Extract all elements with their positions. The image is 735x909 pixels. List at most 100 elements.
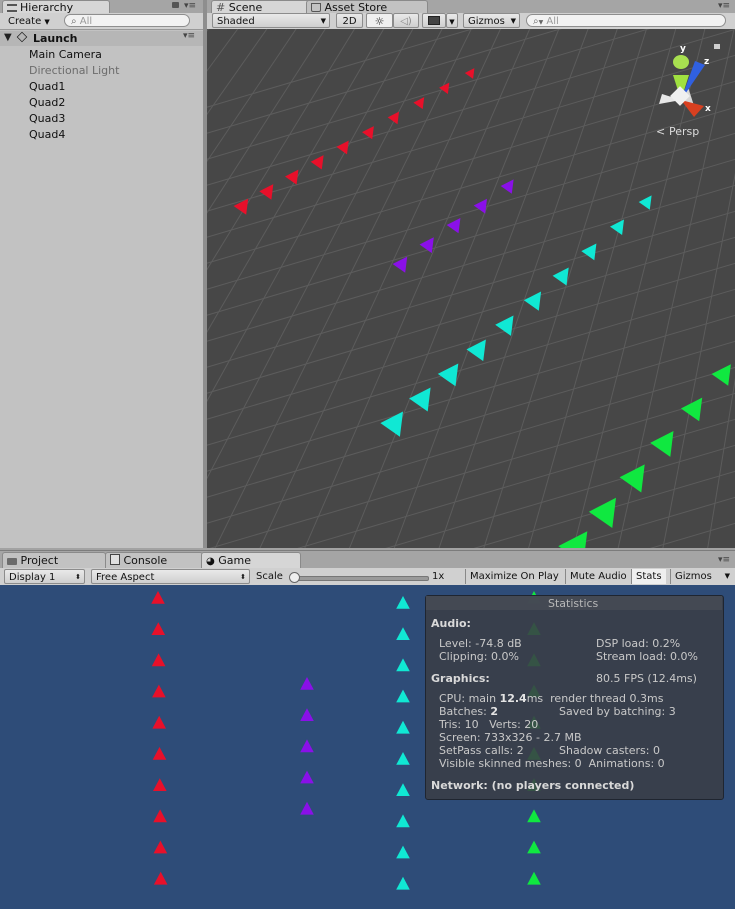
hierarchy-list-icon xyxy=(7,4,17,12)
shading-mode-label: Shaded xyxy=(217,16,255,27)
scene-viewport[interactable]: y z x < Persp xyxy=(207,29,735,548)
audio-header: Audio: xyxy=(431,617,471,630)
maximize-on-play-label: Maximize On Play xyxy=(470,571,559,582)
effects-dropdown[interactable]: ▼ xyxy=(446,13,458,28)
cpu-suffix: ms render thread 0.3ms xyxy=(526,692,664,705)
hierarchy-search-input[interactable]: ⌕ All xyxy=(64,14,190,27)
tab-project[interactable]: Project xyxy=(2,552,106,568)
gizmo-z-label: z xyxy=(704,57,709,67)
search-chevron-icon: ▼ xyxy=(538,19,544,26)
hierarchy-item-quad2[interactable]: Quad2 xyxy=(29,96,65,110)
shadow-casters: Shadow casters: 0 xyxy=(559,744,660,757)
tab-scene[interactable]: # Scene xyxy=(211,0,312,14)
scene-menu-icon[interactable]: ▾≡ xyxy=(183,31,195,41)
toggle-2d-label: 2D xyxy=(342,16,357,27)
batches-line: Batches: 2 xyxy=(439,705,498,718)
bottom-panel-menu-icon[interactable]: ▾≡ xyxy=(718,555,730,565)
audio-toggle[interactable]: ◁) xyxy=(393,13,419,28)
scene-search-input[interactable]: ⌕▼ All xyxy=(526,14,726,27)
lighting-toggle[interactable]: ☼ xyxy=(366,13,393,28)
gizmo-y-label: y xyxy=(680,44,686,54)
tab-hierarchy[interactable]: Hierarchy xyxy=(2,0,110,14)
game-controller-icon: ◕ xyxy=(206,556,215,567)
aspect-label: Free Aspect xyxy=(96,572,155,583)
sun-icon: ☼ xyxy=(374,15,385,28)
setpass-calls: SetPass calls: 2 xyxy=(439,744,524,757)
effects-toggle[interactable] xyxy=(422,13,446,28)
saved-by-batching: Saved by batching: 3 xyxy=(559,705,676,718)
stats-label: Stats xyxy=(636,571,662,582)
fps-readout: 80.5 FPS (12.4ms) xyxy=(596,672,697,685)
create-label: Create xyxy=(8,16,42,27)
hierarchy-item-directional-light[interactable]: Directional Light xyxy=(29,64,119,78)
scene-gizmos-dropdown[interactable]: Gizmos ▼ xyxy=(463,13,520,28)
tab-game[interactable]: ◕ Game xyxy=(201,552,301,568)
gizmo-y-cap xyxy=(673,55,689,69)
aspect-dropdown[interactable]: Free Aspect ⬍ xyxy=(91,569,250,584)
game-gizmos-dropdown[interactable]: Gizmos ▼ xyxy=(670,569,735,584)
toggle-2d-button[interactable]: 2D xyxy=(336,13,363,28)
dsp-load: DSP load: 0.2% xyxy=(596,637,681,650)
statistics-title: Statistics xyxy=(548,597,599,610)
chevron-down-icon: ▼ xyxy=(510,17,516,25)
updown-icon: ⬍ xyxy=(75,573,81,581)
lock-icon[interactable] xyxy=(172,2,179,8)
persp-label[interactable]: Persp xyxy=(669,125,699,138)
chevron-down-icon: ▼ xyxy=(44,18,50,26)
maximize-on-play-button[interactable]: Maximize On Play xyxy=(465,569,563,584)
gizmo-x-label: x xyxy=(705,104,711,114)
hierarchy-create-dropdown[interactable]: Create ▼ xyxy=(8,14,50,29)
panel-menu-icon[interactable]: ▾≡ xyxy=(184,1,196,11)
project-tab-label: Project xyxy=(20,554,59,567)
updown-icon: ⬍ xyxy=(240,573,246,581)
hierarchy-item-quad4[interactable]: Quad4 xyxy=(29,128,65,142)
collapse-triangle-icon[interactable]: ▼ xyxy=(4,32,12,43)
display-dropdown[interactable]: Display 1 ⬍ xyxy=(4,569,85,584)
console-icon xyxy=(110,554,120,565)
console-tab-label: Console xyxy=(123,554,168,567)
batches-value: 2 xyxy=(490,705,498,718)
hierarchy-item-quad1[interactable]: Quad1 xyxy=(29,80,65,94)
cpu-line: CPU: main 12.4ms render thread 0.3ms xyxy=(439,692,663,705)
tab-console[interactable]: Console xyxy=(105,552,203,568)
asset-store-bag-icon xyxy=(311,3,321,12)
scale-slider-thumb[interactable] xyxy=(289,572,300,583)
scene-gizmos-label: Gizmos xyxy=(468,16,505,27)
game-gizmos-label: Gizmos xyxy=(675,571,712,582)
cpu-prefix: CPU: main xyxy=(439,692,500,705)
audio-clipping: Clipping: 0.0% xyxy=(439,650,519,663)
scene-name: Launch xyxy=(33,32,78,45)
screen-info: Screen: 733x326 - 2.7 MB xyxy=(439,731,582,744)
network-line: Network: (no players connected) xyxy=(431,779,635,792)
scene-root-row[interactable] xyxy=(0,31,203,46)
gizmo-lock-icon[interactable] xyxy=(714,44,720,49)
hierarchy-search-placeholder: All xyxy=(79,16,93,27)
scene-panel-menu-icon[interactable]: ▾≡ xyxy=(718,1,730,11)
batches-prefix: Batches: xyxy=(439,705,491,718)
shading-mode-dropdown[interactable]: Shaded ▼ xyxy=(212,13,330,28)
image-icon xyxy=(428,16,440,25)
audio-level: Level: -74.8 dB xyxy=(439,637,522,650)
folder-icon xyxy=(7,558,17,565)
tris-verts: Tris: 10 Verts: 20 xyxy=(439,718,539,731)
stream-load: Stream load: 0.0% xyxy=(596,650,698,663)
persp-icon: < xyxy=(656,125,665,138)
stats-button[interactable]: Stats xyxy=(631,569,666,584)
chevron-down-icon: ▼ xyxy=(320,17,326,25)
mute-audio-button[interactable]: Mute Audio xyxy=(565,569,631,584)
hierarchy-item-quad3[interactable]: Quad3 xyxy=(29,112,65,126)
graphics-header: Graphics: xyxy=(431,672,490,685)
cpu-main-value: 12.4 xyxy=(499,692,527,705)
scene-search-placeholder: All xyxy=(546,16,559,27)
speaker-icon: ◁) xyxy=(400,16,412,27)
scale-value: 1x xyxy=(432,571,445,582)
tab-asset-store[interactable]: Asset Store xyxy=(306,0,428,14)
scale-slider-track[interactable] xyxy=(292,576,429,581)
scale-label: Scale xyxy=(256,571,283,582)
chevron-down-icon: ▼ xyxy=(724,572,730,580)
mute-audio-label: Mute Audio xyxy=(570,571,627,582)
game-tab-label: Game xyxy=(218,554,251,567)
chevron-down-icon: ▼ xyxy=(449,18,455,26)
search-icon: ⌕ xyxy=(71,16,77,27)
hierarchy-item-main-camera[interactable]: Main Camera xyxy=(29,48,102,62)
